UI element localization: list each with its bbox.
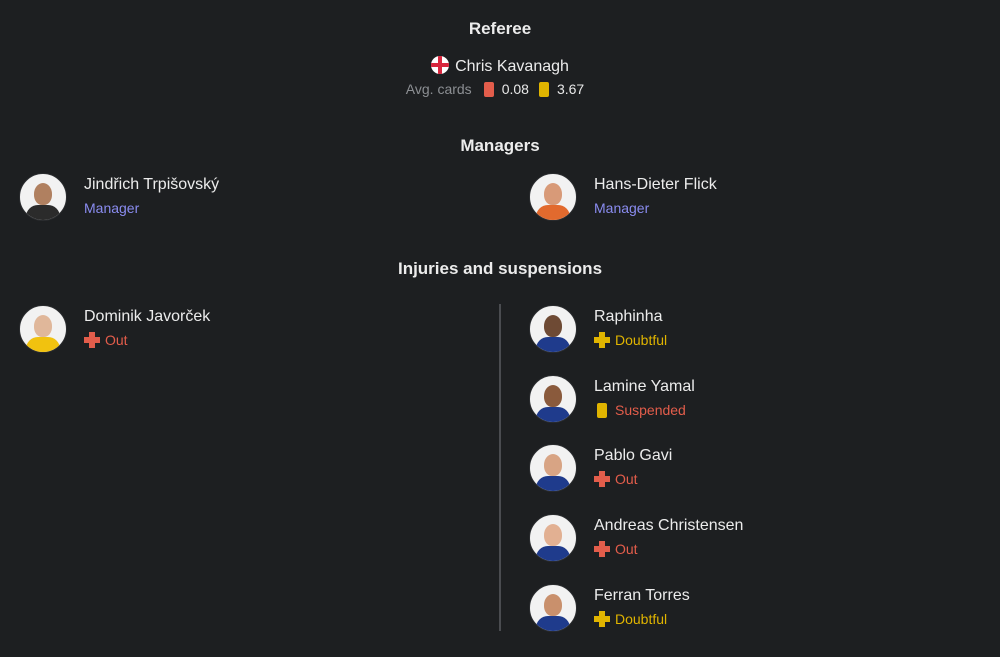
managers-section-title: Managers (460, 136, 540, 155)
player-name: Dominik Javorček (84, 308, 211, 325)
avatar (19, 305, 67, 353)
manager-name: Jindřich Trpišovský (84, 176, 220, 193)
avg-cards-label: Avg. cards (405, 81, 472, 97)
manager-role: Manager (84, 200, 140, 216)
avatar (529, 305, 577, 353)
cross-icon (594, 471, 610, 487)
player-name: Andreas Christensen (594, 517, 744, 534)
player-name: Lamine Yamal (594, 378, 695, 395)
avatar (529, 514, 577, 562)
england-flag-icon (431, 56, 450, 74)
cross-icon (594, 611, 610, 627)
avatar (19, 173, 67, 221)
status-label: Out (615, 541, 638, 557)
red-card-icon (483, 82, 494, 97)
cross-icon (594, 541, 610, 557)
referee-avg-cards: Avg. cards 0.08 3.67 (0, 81, 1000, 97)
referee-section-title: Referee (468, 19, 532, 38)
avatar (529, 444, 577, 492)
yellow-card-icon (538, 82, 549, 97)
player-name: Raphinha (594, 308, 663, 325)
player-name: Pablo Gavi (594, 447, 673, 464)
player-name: Ferran Torres (594, 587, 690, 604)
player-status: Out (594, 471, 638, 487)
status-label: Doubtful (615, 611, 668, 627)
status-label: Suspended (615, 402, 686, 418)
player-status: Out (84, 332, 128, 348)
yellow-card-icon (597, 403, 607, 418)
player-status: Suspended (594, 402, 686, 418)
manager-name: Hans-Dieter Flick (594, 176, 717, 193)
avatar (529, 173, 577, 221)
status-label: Doubtful (615, 332, 668, 348)
cross-icon (594, 332, 610, 348)
player-status: Doubtful (594, 332, 667, 348)
column-divider (499, 304, 501, 631)
manager-role: Manager (594, 200, 650, 216)
red-card-avg: 0.08 (501, 81, 529, 97)
player-status: Doubtful (594, 611, 667, 627)
status-label: Out (615, 471, 638, 487)
referee-name[interactable]: Chris Kavanagh (455, 58, 569, 75)
cross-icon (84, 332, 100, 348)
player-status: Out (594, 541, 638, 557)
avatar (529, 375, 577, 423)
status-label: Out (105, 332, 128, 348)
injuries-section-title: Injuries and suspensions (397, 259, 603, 278)
referee-row: Chris Kavanagh (0, 56, 1000, 76)
yellow-card-avg: 3.67 (556, 81, 585, 97)
avatar (529, 584, 577, 632)
